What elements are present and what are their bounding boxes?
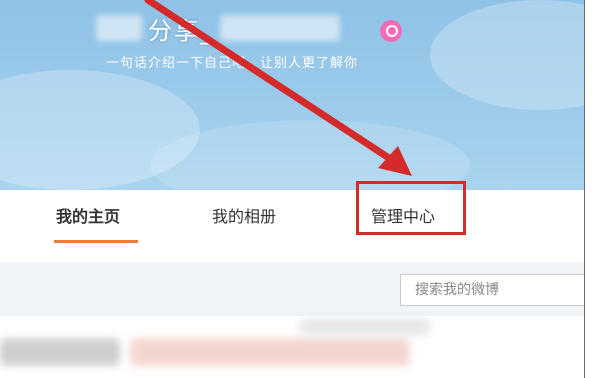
annotation-arrow xyxy=(144,0,412,176)
